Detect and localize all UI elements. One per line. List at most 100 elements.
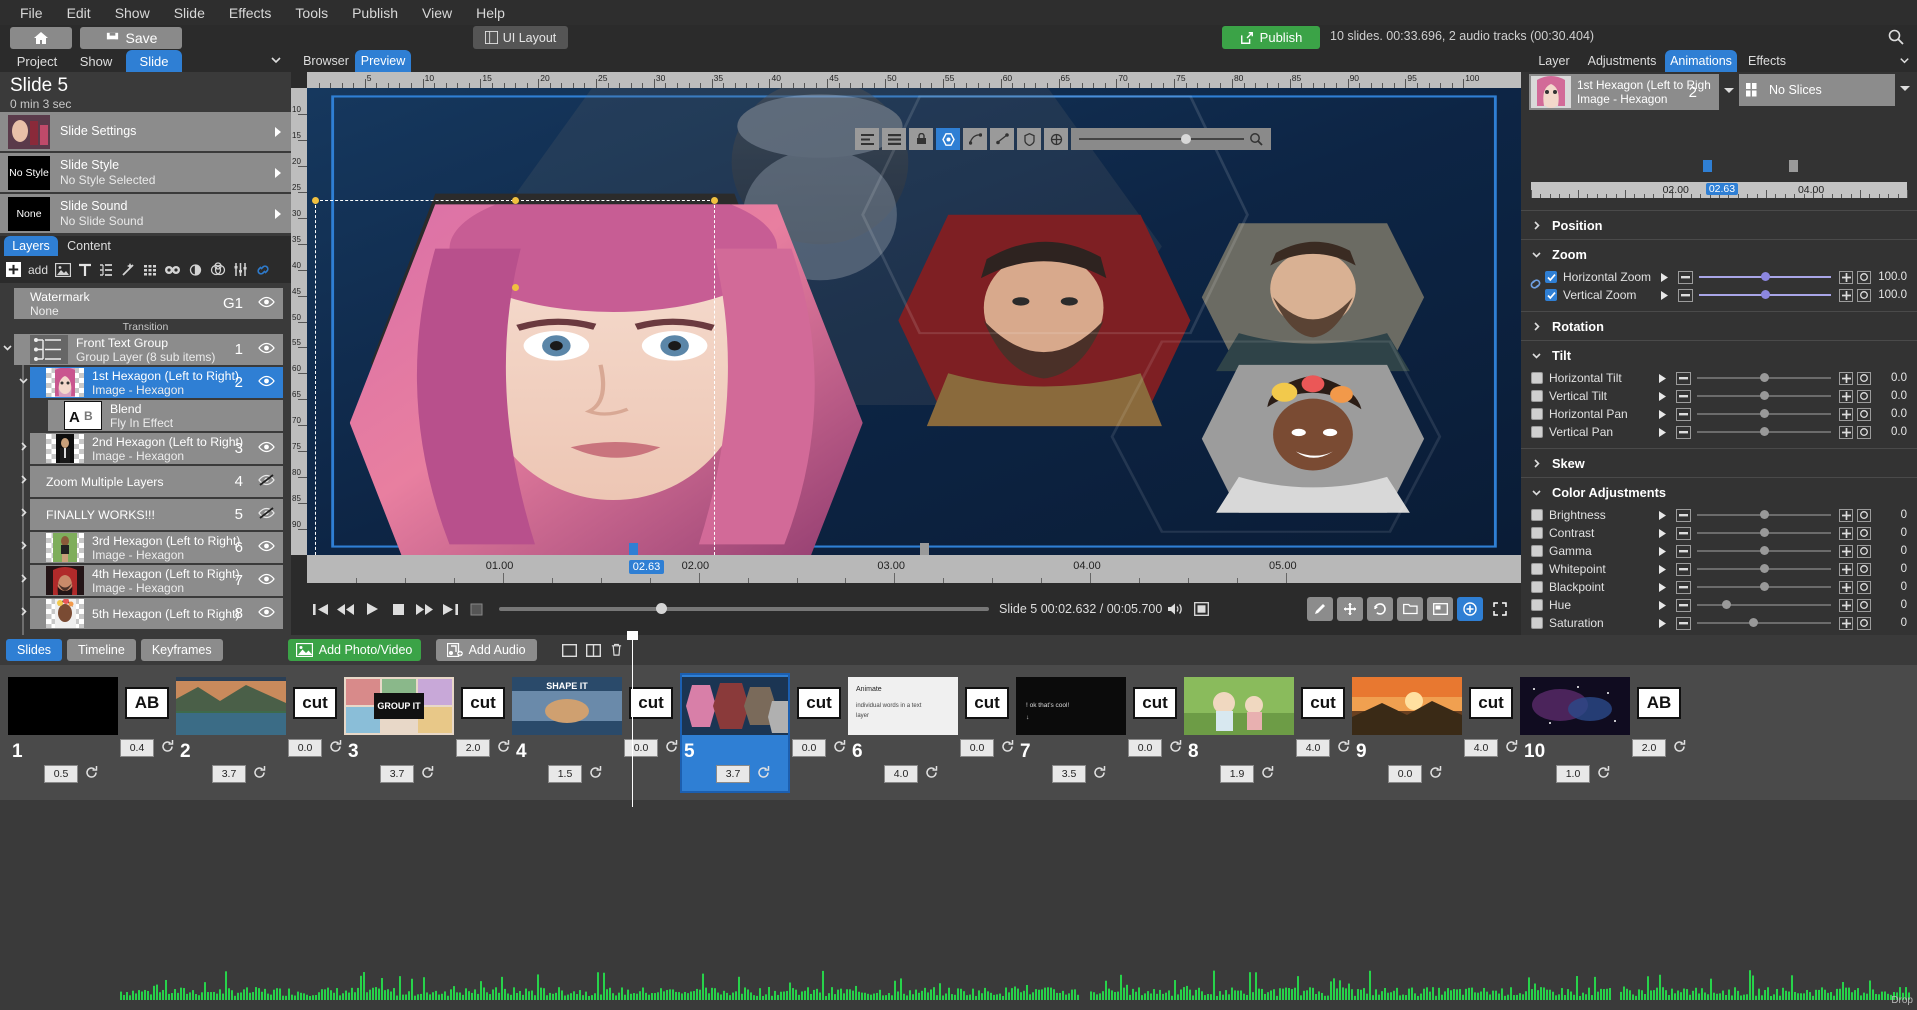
transition-type[interactable]: cut	[461, 687, 505, 719]
eye-icon[interactable]	[258, 506, 275, 520]
menu-item-edit[interactable]: Edit	[55, 2, 103, 24]
slide-cell[interactable]: 23.7	[176, 673, 286, 793]
property-value[interactable]: 0	[1877, 527, 1917, 539]
minus-button[interactable]	[1678, 289, 1693, 302]
selected-layer-chip[interactable]: 1st Hexagon (Left to Righ Image - Hexago…	[1529, 74, 1719, 110]
checkbox-whitepoint[interactable]	[1531, 563, 1543, 575]
chevron-right-icon[interactable]	[18, 441, 29, 452]
tab-preview[interactable]: Preview	[355, 50, 411, 72]
stop-icon[interactable]	[385, 596, 411, 622]
transition-duration-field[interactable]: 0.0	[960, 739, 994, 757]
pen-icon[interactable]	[1307, 597, 1333, 621]
loop-icon[interactable]	[1000, 739, 1015, 754]
section-header-color-adjustments[interactable]: Color Adjustments	[1521, 478, 1917, 506]
slide-duration-field[interactable]: 3.7	[716, 765, 750, 783]
checkbox-saturation[interactable]	[1531, 617, 1543, 629]
slide-duration-field[interactable]: 1.5	[548, 765, 582, 783]
menu-item-slide[interactable]: Slide	[162, 2, 217, 24]
loop-icon[interactable]	[496, 739, 511, 754]
tab-effects[interactable]: Effects	[1739, 50, 1795, 72]
path-icon[interactable]	[990, 128, 1014, 150]
property-value[interactable]: 0.0	[1877, 408, 1917, 420]
play-triangle-icon[interactable]	[1657, 427, 1668, 438]
loop-icon[interactable]	[420, 765, 435, 780]
transition-type[interactable]: cut	[1301, 687, 1345, 719]
transition-type[interactable]: cut	[629, 687, 673, 719]
checkbox-gamma[interactable]	[1531, 545, 1543, 557]
transition-duration-field[interactable]: 0.4	[120, 739, 154, 757]
reset-button[interactable]	[1857, 289, 1871, 302]
menu-item-tools[interactable]: Tools	[283, 2, 340, 24]
loop-icon[interactable]	[252, 765, 267, 780]
timeline-cursor-badge[interactable]: 02.63	[629, 560, 665, 574]
property-row[interactable]: Horizontal Pan0.0	[1521, 405, 1917, 423]
tab-slide[interactable]: Slide	[126, 50, 182, 72]
checkbox-vertical-zoom[interactable]	[1545, 289, 1557, 301]
slide-thumbnail[interactable]: Animateindividual words in a textlayer	[848, 677, 958, 735]
transition-duration-field[interactable]: 0.0	[792, 739, 826, 757]
layer-row[interactable]: WatermarkNoneG1	[14, 288, 283, 319]
slide-thumbnail[interactable]	[8, 677, 118, 735]
link-icon[interactable]	[255, 263, 271, 277]
transition-cell[interactable]: cut 0.0	[286, 687, 344, 777]
slide-thumbnail[interactable]: SHAPE IT	[512, 677, 622, 735]
checkbox-hue[interactable]	[1531, 599, 1543, 611]
minus-button[interactable]	[1676, 581, 1691, 594]
record-icon[interactable]	[463, 596, 489, 622]
tab-project[interactable]: Project	[6, 50, 68, 72]
property-value[interactable]: 0	[1877, 617, 1917, 629]
grid-icon[interactable]	[882, 128, 906, 150]
filmstrip-playhead[interactable]	[632, 635, 633, 807]
chevron-right-icon[interactable]	[18, 573, 29, 584]
blend-icon[interactable]	[210, 262, 226, 277]
layer-row[interactable]: Front Text GroupGroup Layer (8 sub items…	[14, 334, 283, 365]
transition-cell[interactable]: cut4.0	[1462, 687, 1520, 777]
layer-row[interactable]: 1st Hexagon (Left to Right)Image - Hexag…	[30, 367, 283, 398]
minus-button[interactable]	[1676, 599, 1691, 612]
transition-duration-field[interactable]: 0.0	[288, 739, 322, 757]
layer-row[interactable]: Zoom Multiple Layers4	[30, 466, 283, 497]
slider-gamma[interactable]	[1697, 550, 1831, 552]
transition-cell[interactable]: cut0.0	[958, 687, 1016, 777]
plus-button[interactable]	[1839, 581, 1853, 594]
adjust-icon[interactable]	[188, 262, 203, 277]
expand-icon[interactable]	[1487, 597, 1513, 621]
property-row[interactable]: Brightness0	[1521, 506, 1917, 524]
play-triangle-icon[interactable]	[1659, 272, 1670, 283]
slices-selector[interactable]: No Slices	[1739, 74, 1895, 106]
checkbox-vertical-tilt[interactable]	[1531, 390, 1543, 402]
slide-thumbnail[interactable]	[1352, 677, 1462, 735]
slider-vertical-tilt[interactable]	[1697, 395, 1831, 397]
transition-cell[interactable]: cut4.0	[1294, 687, 1352, 777]
chevron-right-icon[interactable]	[18, 606, 29, 617]
slide-thumbnail[interactable]: ! ok that’s cool!↓	[1016, 677, 1126, 735]
slider-horizontal-pan[interactable]	[1697, 413, 1831, 415]
slider-horizontal-zoom[interactable]	[1699, 276, 1831, 278]
loop-icon[interactable]	[84, 765, 99, 780]
transition-type[interactable]: cut	[293, 687, 337, 719]
plus-button[interactable]	[1839, 527, 1853, 540]
eye-icon[interactable]	[258, 539, 275, 553]
transition-duration-field[interactable]: 2.0	[456, 739, 490, 757]
save-button[interactable]: Save	[80, 27, 182, 49]
slider-contrast[interactable]	[1697, 532, 1831, 534]
eye-icon[interactable]	[258, 572, 275, 586]
move-icon[interactable]	[1337, 597, 1363, 621]
layer-row[interactable]: 4th Hexagon (Left to Right)Image - Hexag…	[30, 565, 283, 596]
property-row[interactable]: Contrast0	[1521, 524, 1917, 542]
property-value[interactable]: 0.0	[1877, 390, 1917, 402]
transition-cell[interactable]: cut 2.0	[454, 687, 512, 777]
slide-duration-field[interactable]: 1.0	[1556, 765, 1590, 783]
checkbox-horizontal-pan[interactable]	[1531, 408, 1543, 420]
transition-type[interactable]: cut	[1133, 687, 1177, 719]
keyframe-current-badge[interactable]: 02.63	[1706, 183, 1738, 195]
section-header-zoom[interactable]: Zoom	[1521, 240, 1917, 268]
view-split-icon[interactable]	[586, 644, 601, 657]
slider-vertical-pan[interactable]	[1697, 431, 1831, 433]
plus-button[interactable]	[1839, 563, 1853, 576]
reset-button[interactable]	[1857, 408, 1871, 421]
chevron-right-icon[interactable]	[18, 507, 29, 518]
property-row[interactable]: Blackpoint0	[1521, 578, 1917, 596]
play-triangle-icon[interactable]	[1657, 373, 1668, 384]
timeline-marker[interactable]	[920, 543, 929, 555]
